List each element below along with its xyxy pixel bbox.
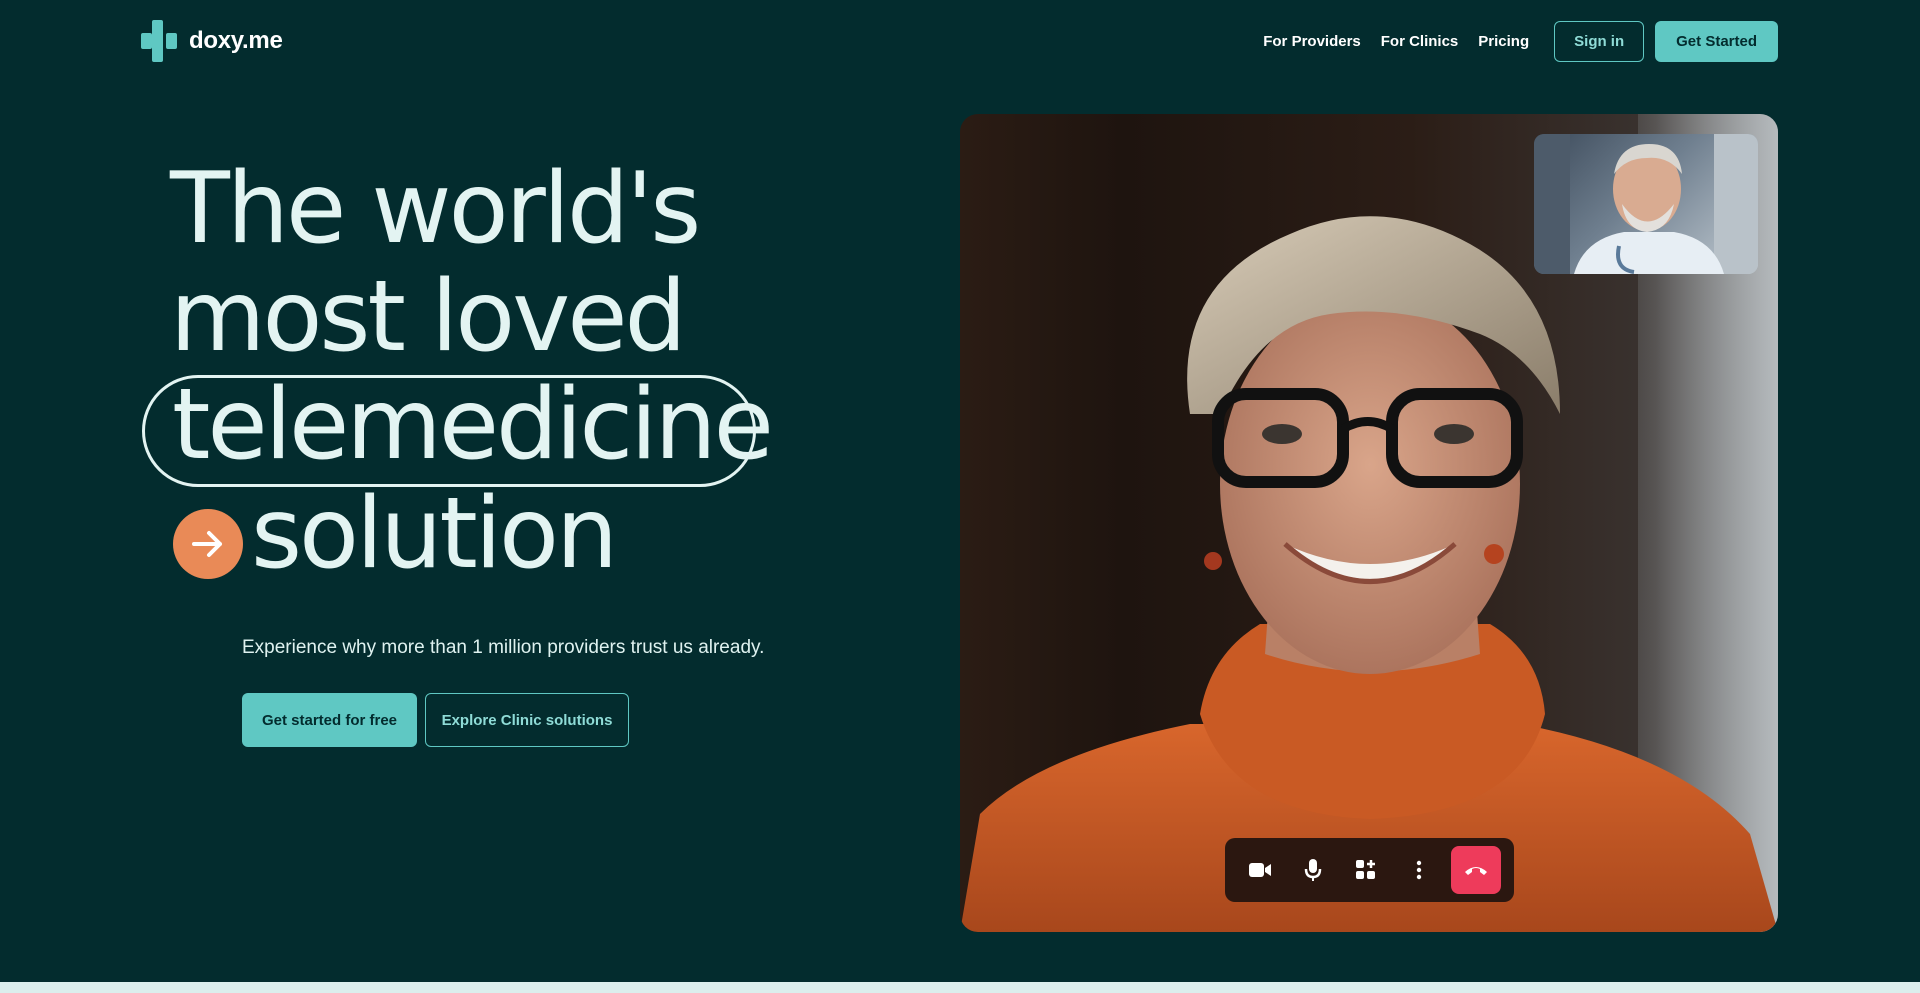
arrow-right-icon xyxy=(173,509,243,579)
video-call-preview xyxy=(960,114,1778,932)
more-vertical-icon[interactable] xyxy=(1398,849,1440,891)
get-started-button[interactable]: Get Started xyxy=(1655,21,1778,62)
headline-line-2: most loved xyxy=(170,260,687,374)
headline-line-3: telemedicine xyxy=(172,368,774,482)
hero-cta-row: Get started for free Explore Clinic solu… xyxy=(242,693,629,747)
top-nav: For Providers For Clinics Pricing Sign i… xyxy=(1263,21,1778,62)
headline-line-4: solution xyxy=(251,477,618,591)
microphone-icon[interactable] xyxy=(1292,849,1334,891)
logo[interactable]: doxy.me xyxy=(141,20,283,62)
nav-pricing[interactable]: Pricing xyxy=(1478,33,1529,50)
nav-for-clinics[interactable]: For Clinics xyxy=(1381,33,1459,50)
call-controls xyxy=(1225,838,1514,902)
video-camera-icon[interactable] xyxy=(1239,849,1281,891)
get-started-free-button[interactable]: Get started for free xyxy=(242,693,417,747)
next-section-edge xyxy=(0,982,1920,993)
doxy-logo-icon xyxy=(141,20,181,62)
explore-clinic-solutions-button[interactable]: Explore Clinic solutions xyxy=(425,693,629,747)
sign-in-button[interactable]: Sign in xyxy=(1554,21,1645,62)
end-call-icon[interactable] xyxy=(1450,846,1501,894)
hero-subtext: Experience why more than 1 million provi… xyxy=(242,637,765,658)
doctor-video xyxy=(1534,134,1758,274)
nav-for-providers[interactable]: For Providers xyxy=(1263,33,1361,50)
landing-page: doxy.me For Providers For Clinics Pricin… xyxy=(0,0,1920,993)
logo-text: doxy.me xyxy=(189,27,283,54)
apps-add-icon[interactable] xyxy=(1345,849,1387,891)
headline-line-1: The world's xyxy=(170,152,701,266)
